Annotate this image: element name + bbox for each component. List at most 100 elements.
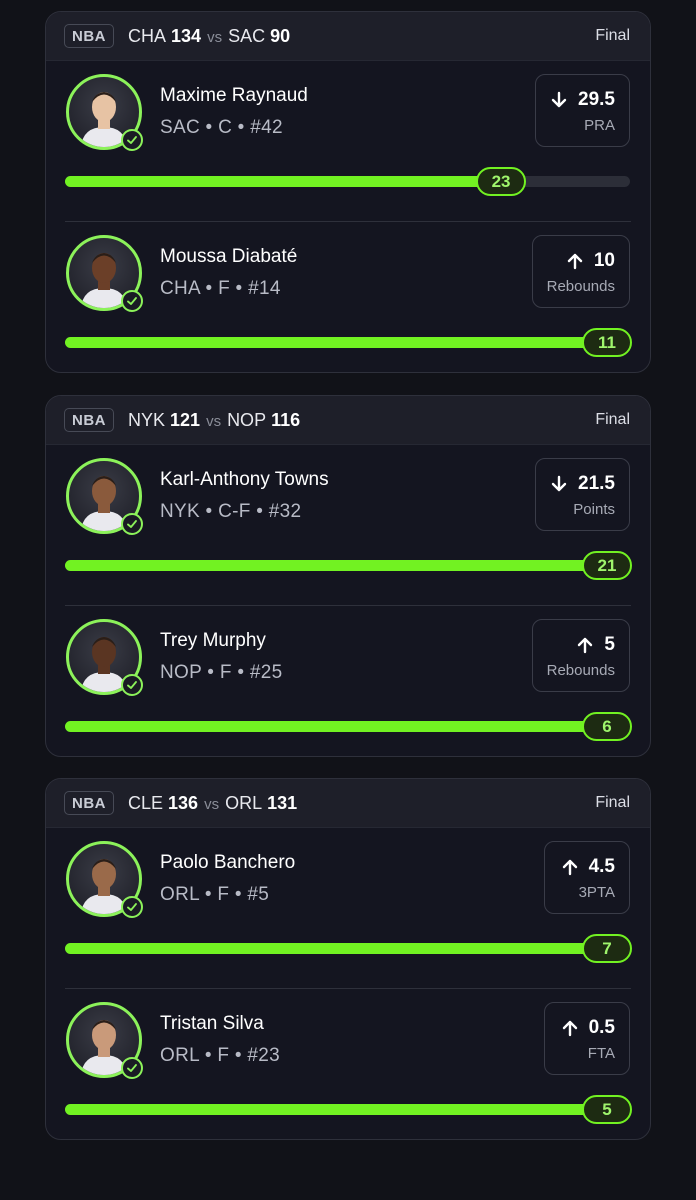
away-score: 136 [168,792,199,813]
prop-stat-label: PRA [584,117,615,134]
avatar [66,1002,143,1079]
actual-value-pill: 21 [582,551,632,580]
prop-stat-label: 3PTA [578,884,615,901]
game-card-0[interactable]: NBA CHA 134 vs SAC 90 Final Maxime Rayna… [45,11,651,373]
actual-value-pill: 23 [476,167,527,196]
game-header: NBA NYK 121 vs NOP 116 Final [46,396,650,445]
avatar [66,619,143,696]
prop-stat-label: Rebounds [546,278,615,295]
player-row[interactable]: Tristan Silva ORL • F • #23 0.5 FTA 5 [65,988,632,1139]
game-card-1[interactable]: NBA NYK 121 vs NOP 116 Final Karl-Anthon… [45,395,651,757]
progress-fill [65,176,501,187]
prop-line-box[interactable]: 0.5 FTA [544,1002,630,1075]
matchup: NYK 121 vs NOP 116 [128,410,300,431]
prop-line-box[interactable]: 29.5 PRA [535,74,630,147]
check-circle-icon [121,1057,143,1079]
vs-label: vs [207,28,223,46]
player-row[interactable]: Maxime Raynaud SAC • C • #42 29.5 PRA 23 [46,61,650,221]
actual-value-pill: 5 [582,1095,632,1124]
vs-label: vs [204,795,220,813]
check-circle-icon [121,674,143,696]
prop-line-value: 0.5 [588,1017,615,1038]
game-status: Final [595,794,630,811]
progress-track: 5 [65,1095,632,1124]
player-meta: CHA • F • #14 [160,278,281,299]
prop-stat-label: FTA [587,1045,615,1062]
actual-value-pill: 7 [582,934,632,963]
arrow-up-icon [567,253,583,270]
away-team: NYK [128,409,166,430]
player-name[interactable]: Karl-Anthony Towns [160,469,329,491]
check-circle-icon [121,513,143,535]
page: NBA CHA 134 vs SAC 90 Final Maxime Rayna… [0,0,696,1200]
away-team: CHA [128,25,167,46]
player-name[interactable]: Paolo Banchero [160,852,295,874]
league-badge: NBA [64,791,114,815]
prop-line-box[interactable]: 10 Rebounds [531,235,630,308]
player-row[interactable]: Paolo Banchero ORL • F • #5 4.5 3PTA 7 [46,828,650,988]
prop-line-value: 4.5 [588,856,615,877]
check-circle-icon [121,290,143,312]
prop-line-box[interactable]: 4.5 3PTA [544,841,630,914]
arrow-down-icon [551,475,567,492]
league-badge: NBA [64,24,114,48]
progress-fill [65,337,630,348]
home-score: 116 [271,409,301,430]
progress-track: 7 [65,934,632,963]
player-row[interactable]: Karl-Anthony Towns NYK • C-F • #32 21.5 Poi… [46,445,650,605]
avatar [66,74,143,151]
prop-line-box[interactable]: 21.5 Points [535,458,630,531]
check-circle-icon [121,129,143,151]
player-meta: ORL • F • #23 [160,1045,280,1066]
matchup: CHA 134 vs SAC 90 [128,26,290,47]
player-meta: NYK • C-F • #32 [160,501,302,522]
player-name[interactable]: Maxime Raynaud [160,85,308,107]
away-team: CLE [128,792,164,813]
prop-stat-label: Points [573,501,615,518]
progress-fill [65,943,630,954]
player-row[interactable]: Trey Murphy NOP • F • #25 5 Rebounds 6 [65,605,632,756]
prop-stat-label: Rebounds [546,662,615,679]
game-header: NBA CLE 136 vs ORL 131 Final [46,779,650,828]
home-score: 131 [267,792,298,813]
home-team: ORL [225,792,263,813]
arrow-up-icon [578,637,593,654]
arrow-down-icon [551,91,567,108]
player-name[interactable]: Moussa Diabaté [160,246,297,268]
progress-track: 21 [65,551,632,580]
player-meta: ORL • F • #5 [160,884,270,905]
player-name[interactable]: Trey Murphy [160,630,266,652]
progress-track: 11 [65,328,632,357]
game-header: NBA CHA 134 vs SAC 90 Final [46,12,650,61]
avatar [66,458,143,535]
prop-line-value: 5 [604,634,615,655]
player-meta: NOP • F • #25 [160,662,283,683]
actual-value-pill: 6 [582,712,632,741]
prop-line-value: 29.5 [578,89,615,110]
game-card-2[interactable]: NBA CLE 136 vs ORL 131 Final Paolo Banch… [45,778,651,1140]
arrow-up-icon [562,1020,577,1037]
avatar [66,841,143,918]
home-team: NOP [227,409,267,430]
game-status: Final [595,411,630,428]
progress-track: 6 [65,712,632,741]
prop-line-box[interactable]: 5 Rebounds [531,619,630,692]
progress-fill [65,560,630,571]
actual-value-pill: 11 [582,328,632,357]
progress-fill [65,721,630,732]
arrow-up-icon [562,859,577,876]
prop-line-value: 21.5 [578,473,615,494]
league-badge: NBA [64,408,114,432]
home-team: SAC [228,25,266,46]
prop-line-value: 10 [593,250,615,271]
home-score: 90 [270,25,291,46]
player-row[interactable]: Moussa Diabaté CHA • F • #14 10 Rebounds 11 [65,221,632,372]
vs-label: vs [206,412,222,430]
game-status: Final [595,27,630,44]
progress-track: 23 [65,167,630,196]
away-score: 134 [171,25,202,46]
matchup: CLE 136 vs ORL 131 [128,793,297,814]
progress-fill [65,1104,630,1115]
player-name[interactable]: Tristan Silva [160,1013,264,1035]
avatar [66,235,143,312]
